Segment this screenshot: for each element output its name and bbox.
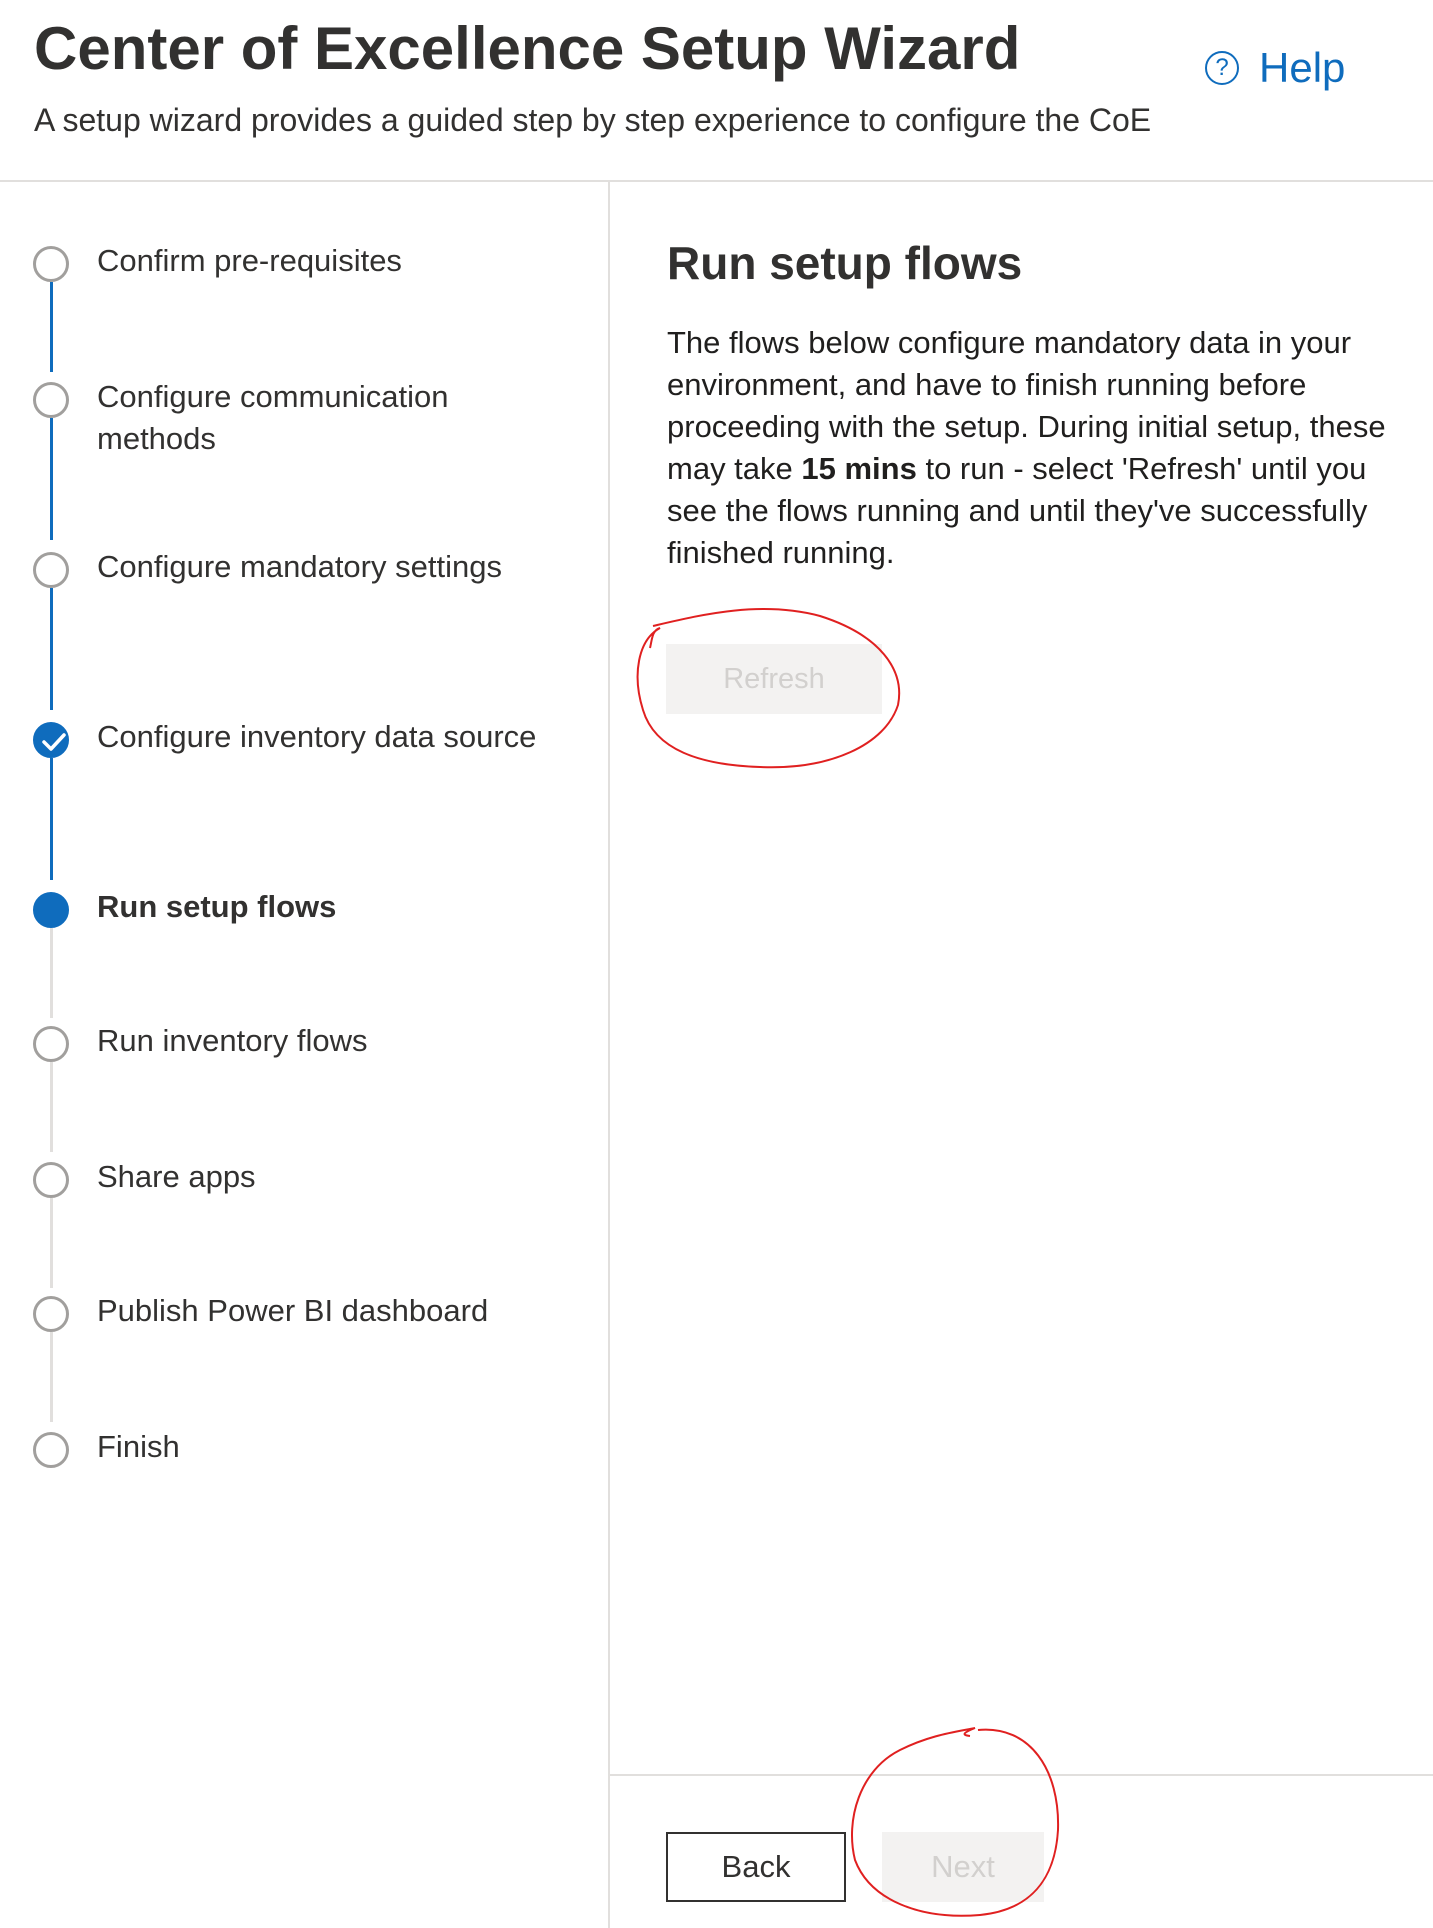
wizard-header: Center of Excellence Setup Wizard A setu… <box>0 0 1433 182</box>
step-connector <box>50 1198 53 1288</box>
step-pending-icon <box>33 1026 69 1062</box>
wizard-steps-sidebar: Confirm pre-requisites Configure communi… <box>0 182 610 1928</box>
wizard-page: Center of Excellence Setup Wizard A setu… <box>0 0 1433 1928</box>
step-connector <box>50 758 53 880</box>
refresh-button[interactable]: Refresh <box>666 644 882 714</box>
step-label: Share apps <box>97 1159 256 1194</box>
page-title: Center of Excellence Setup Wizard <box>34 15 1021 82</box>
step-pending-icon <box>33 1296 69 1332</box>
step-description: The flows below configure mandatory data… <box>667 322 1387 574</box>
question-circle-icon: ? <box>1205 51 1239 85</box>
back-button[interactable]: Back <box>666 1832 846 1902</box>
next-button[interactable]: Next <box>882 1832 1044 1902</box>
help-label: Help <box>1259 44 1346 91</box>
step-connector <box>50 1332 53 1422</box>
step-label: Confirm pre-requisites <box>97 243 402 278</box>
step-label: Run setup flows <box>97 889 337 924</box>
footer-divider <box>610 1774 1433 1776</box>
step-pending-icon <box>33 552 69 588</box>
step-connector <box>50 928 53 1018</box>
step-title: Run setup flows <box>667 237 1023 289</box>
step-current-icon <box>33 892 69 928</box>
step-connector <box>50 588 53 710</box>
step-label: Run inventory flows <box>97 1023 368 1058</box>
checkmark-icon <box>33 722 69 758</box>
step-label: Configure mandatory settings <box>97 549 502 584</box>
step-connector <box>50 1062 53 1152</box>
page-subtitle: A setup wizard provides a guided step by… <box>34 102 1152 138</box>
step-connector <box>50 418 53 540</box>
step-label: Configure communication methods <box>97 379 449 456</box>
step-pending-icon <box>33 1432 69 1468</box>
step-label: Finish <box>97 1429 180 1464</box>
step-label: Configure inventory data source <box>97 719 537 754</box>
step-pending-icon <box>33 246 69 282</box>
help-link[interactable]: ? Help <box>1205 44 1345 92</box>
step-connector <box>50 282 53 372</box>
step-label: Publish Power BI dashboard <box>97 1293 489 1328</box>
description-emphasis: 15 mins <box>801 451 917 486</box>
step-pending-icon <box>33 382 69 418</box>
step-pending-icon <box>33 1162 69 1198</box>
